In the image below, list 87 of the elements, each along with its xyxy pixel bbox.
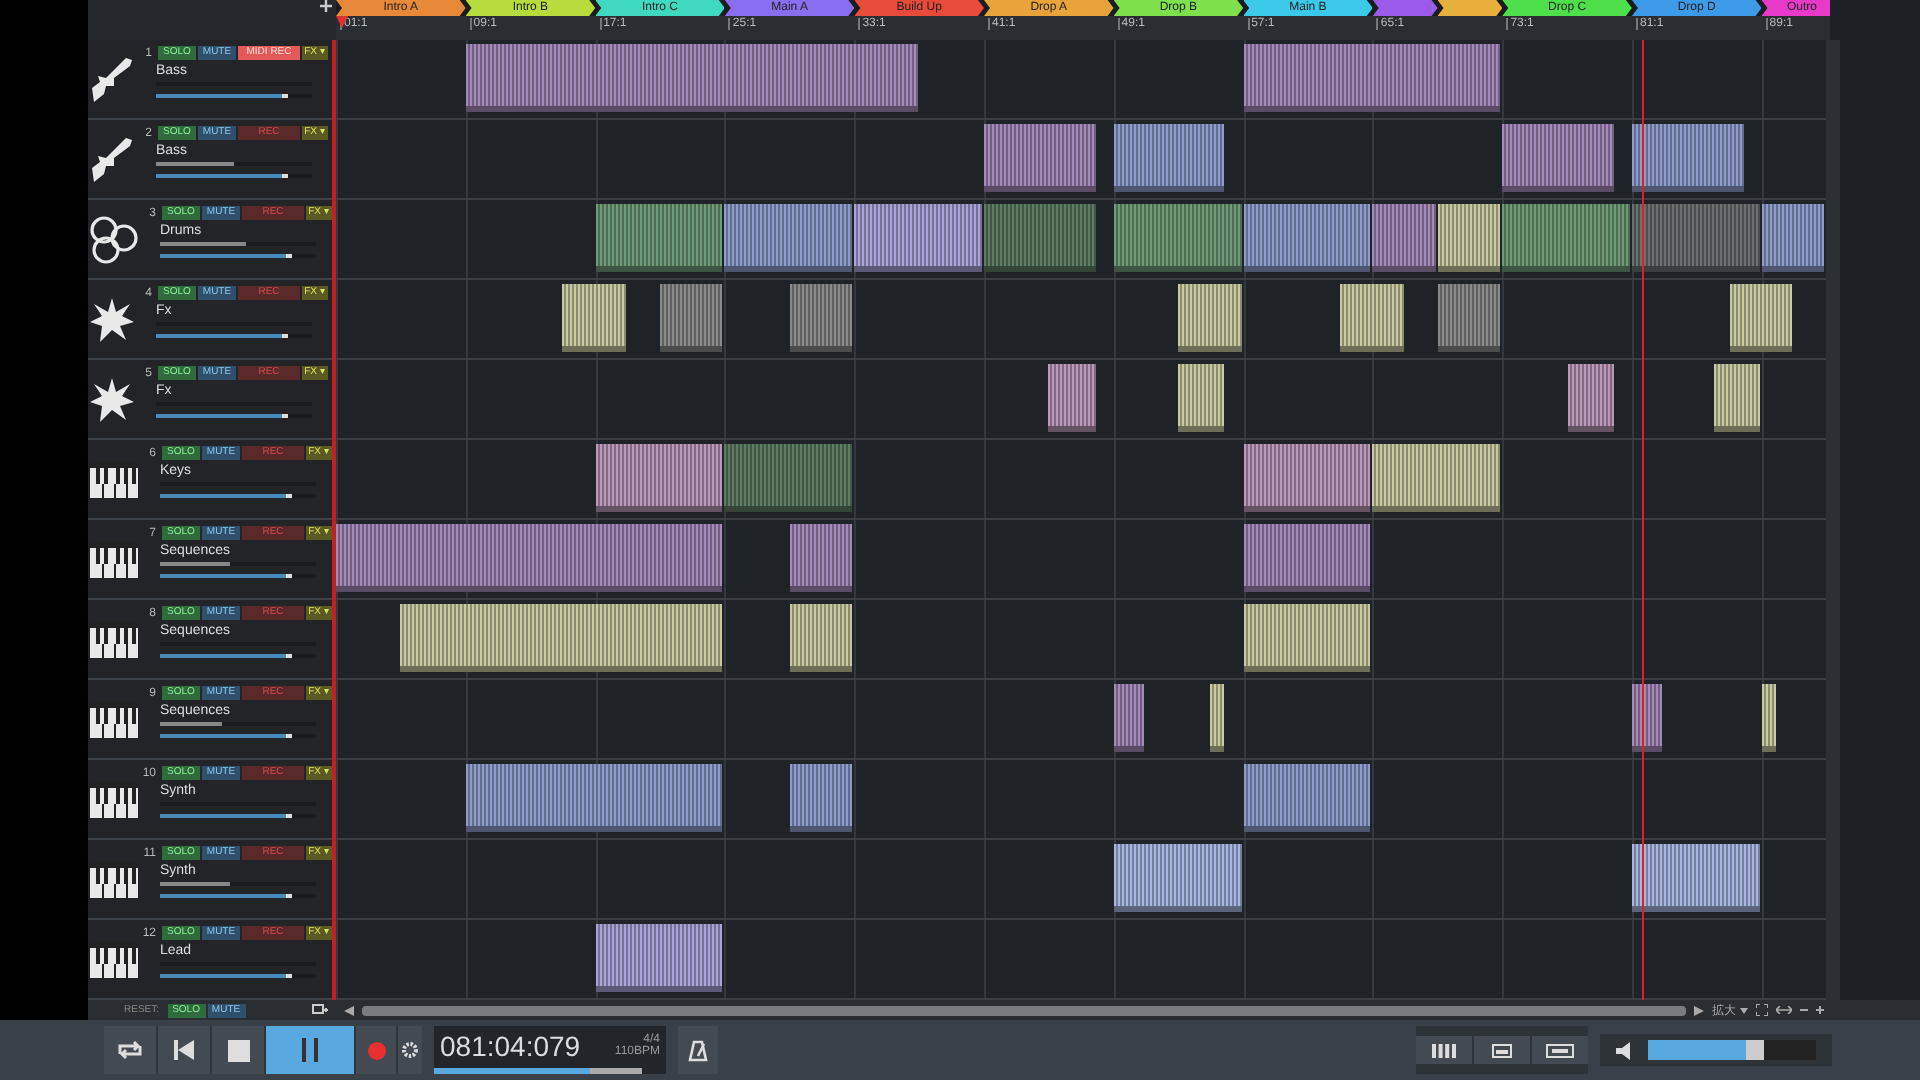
audio-clip[interactable] xyxy=(1761,204,1825,272)
audio-clip[interactable] xyxy=(1437,204,1501,272)
add-icon[interactable] xyxy=(320,0,336,12)
audio-clip[interactable] xyxy=(1113,844,1242,912)
loop-button[interactable] xyxy=(104,1026,156,1074)
fit-icon[interactable] xyxy=(1756,1004,1768,1016)
audio-clip[interactable] xyxy=(1243,204,1371,272)
audio-clip[interactable] xyxy=(1243,444,1371,512)
editor-view-button[interactable] xyxy=(1474,1036,1530,1064)
audio-clip[interactable] xyxy=(1113,204,1242,272)
browser-icon xyxy=(1546,1043,1574,1057)
section-marker[interactable] xyxy=(1437,0,1503,16)
audio-clip[interactable] xyxy=(1243,764,1371,832)
pause-button[interactable] xyxy=(266,1026,354,1074)
settings-icon xyxy=(402,1042,418,1058)
mixer-view-button[interactable] xyxy=(1416,1036,1472,1064)
record-icon xyxy=(367,1041,385,1059)
audio-clip[interactable] xyxy=(1113,124,1225,192)
audio-clip[interactable] xyxy=(1372,204,1436,272)
editor-icon xyxy=(1492,1043,1512,1057)
horizontal-scrollbar[interactable] xyxy=(362,1005,1686,1015)
drums-icon xyxy=(88,213,140,265)
audio-clip[interactable] xyxy=(1713,364,1760,432)
audio-clip[interactable] xyxy=(984,204,1096,272)
audio-clip[interactable] xyxy=(1178,364,1225,432)
guitar-icon xyxy=(88,53,136,105)
caret-icon xyxy=(1740,1007,1748,1013)
zoom-icon[interactable] xyxy=(1776,1006,1792,1014)
audio-clip[interactable] xyxy=(1502,124,1614,192)
audio-clip[interactable] xyxy=(660,284,723,352)
skip-back-icon xyxy=(172,1038,196,1062)
audio-clip[interactable] xyxy=(1632,204,1760,272)
audio-clip[interactable] xyxy=(984,124,1096,192)
zoom-in-icon[interactable] xyxy=(1816,1006,1824,1014)
audio-clip[interactable] xyxy=(1567,364,1614,432)
audio-clip[interactable] xyxy=(1632,124,1744,192)
audio-clip[interactable] xyxy=(724,204,853,272)
audio-clip[interactable] xyxy=(1502,204,1630,272)
audio-clip[interactable] xyxy=(1243,524,1371,592)
audio-clip[interactable] xyxy=(1729,284,1792,352)
audio-clip[interactable] xyxy=(1761,684,1776,752)
browser-view-button[interactable] xyxy=(1532,1036,1588,1064)
audio-clip[interactable] xyxy=(1372,444,1501,512)
audio-clip[interactable] xyxy=(465,764,723,832)
audio-clip[interactable] xyxy=(854,204,982,272)
section-marker[interactable] xyxy=(1372,0,1438,16)
audio-clip[interactable] xyxy=(1210,684,1225,752)
zoom-out-icon[interactable] xyxy=(1800,1006,1808,1014)
audio-clip[interactable] xyxy=(1632,844,1760,912)
scroll-left-icon[interactable] xyxy=(344,1005,354,1015)
pause-icon xyxy=(300,1038,320,1062)
audio-clip[interactable] xyxy=(595,924,723,992)
starburst-icon xyxy=(88,295,136,343)
metronome-button[interactable] xyxy=(678,1026,718,1074)
audio-clip[interactable] xyxy=(595,204,723,272)
vertical-scrollbar[interactable] xyxy=(1826,40,1840,1000)
stop-icon xyxy=(227,1039,249,1061)
audio-clip[interactable] xyxy=(789,604,853,672)
metronome-icon xyxy=(688,1039,708,1061)
speaker-icon xyxy=(1616,1041,1632,1059)
audio-clip[interactable] xyxy=(1243,604,1371,672)
rewind-button[interactable] xyxy=(158,1026,210,1074)
settings-button[interactable] xyxy=(398,1026,422,1074)
position-time: 081:04:079 xyxy=(440,1030,581,1062)
audio-clip[interactable] xyxy=(465,44,918,112)
audio-clip[interactable] xyxy=(789,284,853,352)
audio-clip[interactable] xyxy=(789,524,853,592)
loop-icon xyxy=(116,1040,144,1060)
guitar-icon xyxy=(88,133,136,185)
audio-clip[interactable] xyxy=(1178,284,1242,352)
audio-clip[interactable] xyxy=(1632,684,1663,752)
audio-clip[interactable] xyxy=(1437,284,1501,352)
master-volume-slider[interactable] xyxy=(1648,1040,1816,1060)
audio-clip[interactable] xyxy=(1243,44,1501,112)
audio-clip[interactable] xyxy=(400,604,723,672)
audio-clip[interactable] xyxy=(1340,284,1404,352)
audio-clip[interactable] xyxy=(336,524,723,592)
audio-clip[interactable] xyxy=(595,444,723,512)
audio-clip[interactable] xyxy=(562,284,626,352)
audio-clip[interactable] xyxy=(1048,364,1096,432)
stop-button[interactable] xyxy=(212,1026,264,1074)
mixer-icon xyxy=(1432,1043,1456,1057)
starburst-icon xyxy=(88,375,136,423)
audio-clip[interactable] xyxy=(1113,684,1144,752)
audio-clip[interactable] xyxy=(789,764,853,832)
play-icon[interactable] xyxy=(1694,1005,1704,1015)
audio-clip[interactable] xyxy=(724,444,853,512)
